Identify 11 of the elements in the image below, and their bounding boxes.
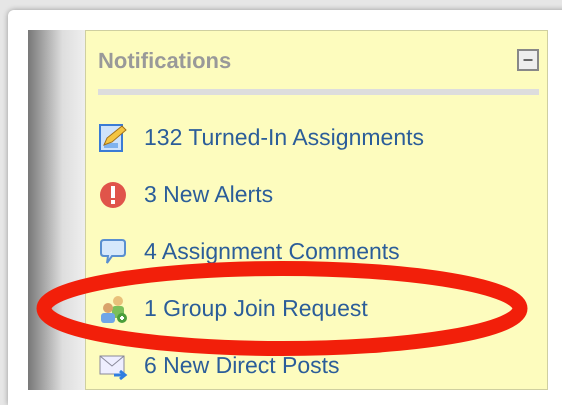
panel-title: Notifications xyxy=(98,46,232,74)
document-pencil-icon xyxy=(98,122,128,152)
notification-link[interactable]: 6 New Direct Posts xyxy=(144,348,340,383)
notification-link[interactable]: 3 New Alerts xyxy=(144,177,274,212)
notification-link[interactable]: 132 Turned-In Assignments xyxy=(144,120,424,155)
notification-link[interactable]: 1 Group Join Request xyxy=(144,291,368,326)
alert-icon xyxy=(98,180,128,210)
speech-bubble-icon xyxy=(98,236,128,266)
people-icon xyxy=(98,294,128,324)
collapse-button[interactable]: − xyxy=(517,49,539,71)
notification-link[interactable]: 4 Assignment Comments xyxy=(144,234,400,269)
